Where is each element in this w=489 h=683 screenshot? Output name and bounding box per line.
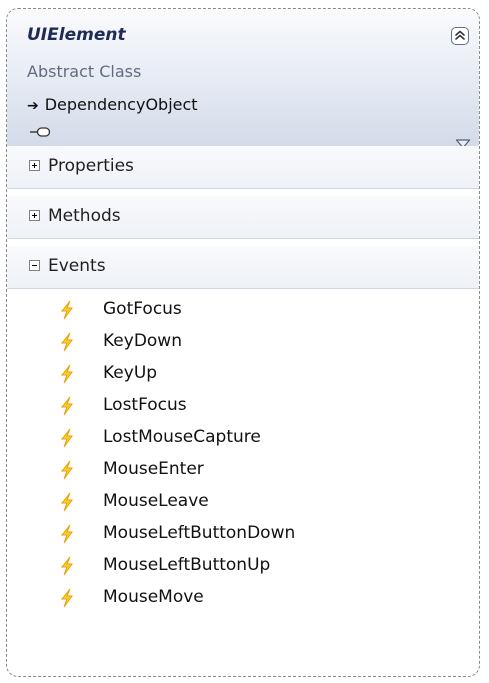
event-item[interactable]: MouseLeftButtonDown [7,518,479,550]
event-item[interactable]: LostMouseCapture [7,422,479,454]
event-label: KeyUp [103,363,158,383]
lightning-bolt-icon [60,524,73,544]
event-label: GotFocus [103,299,182,319]
event-label: MouseLeftButtonDown [103,523,296,543]
inheritance-arrow-icon: ➔ [27,98,39,114]
section-events[interactable]: Events [7,246,479,289]
lightning-bolt-icon [60,396,73,416]
section-methods[interactable]: Methods [7,196,479,239]
event-item[interactable]: MouseLeftButtonUp [7,550,479,582]
base-class-label: DependencyObject [44,95,198,114]
event-item[interactable]: MouseEnter [7,454,479,486]
expand-plus-icon[interactable] [29,210,40,221]
class-header: UIElement Abstract Class ➔ DependencyObje… [7,9,479,153]
lightning-bolt-icon [60,428,73,448]
section-properties[interactable]: Properties [7,146,479,189]
event-item[interactable]: KeyDown [7,326,479,358]
section-label: Properties [48,156,134,176]
event-item[interactable]: GotFocus [7,294,479,326]
lightning-bolt-icon [60,460,73,480]
lightning-bolt-icon [60,364,73,384]
event-item[interactable]: MouseLeave [7,486,479,518]
interface-lollipop-icon [29,123,51,137]
lightning-bolt-icon [60,332,73,352]
class-name[interactable]: UIElement [27,25,126,45]
class-kind: Abstract Class [27,62,142,81]
lightning-bolt-icon [60,300,73,320]
collapse-up-icon[interactable] [451,27,469,45]
event-label: MouseMove [103,587,204,607]
event-label: MouseEnter [103,459,204,479]
event-item[interactable]: LostFocus [7,390,479,422]
lightning-bolt-icon [60,556,73,576]
event-label: KeyDown [103,331,182,351]
event-label: LostMouseCapture [103,427,261,447]
section-label: Events [48,256,106,276]
event-item[interactable]: KeyUp [7,358,479,390]
base-class-row: ➔ DependencyObject [27,95,198,114]
event-label: MouseLeave [103,491,209,511]
event-label: LostFocus [103,395,187,415]
section-label: Methods [48,206,121,226]
collapse-minus-icon[interactable] [29,260,40,271]
lightning-bolt-icon [60,588,73,608]
event-item[interactable]: MouseMove [7,582,479,614]
expand-plus-icon[interactable] [29,160,40,171]
event-label: MouseLeftButtonUp [103,555,271,575]
lightning-bolt-icon [60,492,73,512]
class-shape: UIElement Abstract Class ➔ DependencyObje… [6,8,480,677]
